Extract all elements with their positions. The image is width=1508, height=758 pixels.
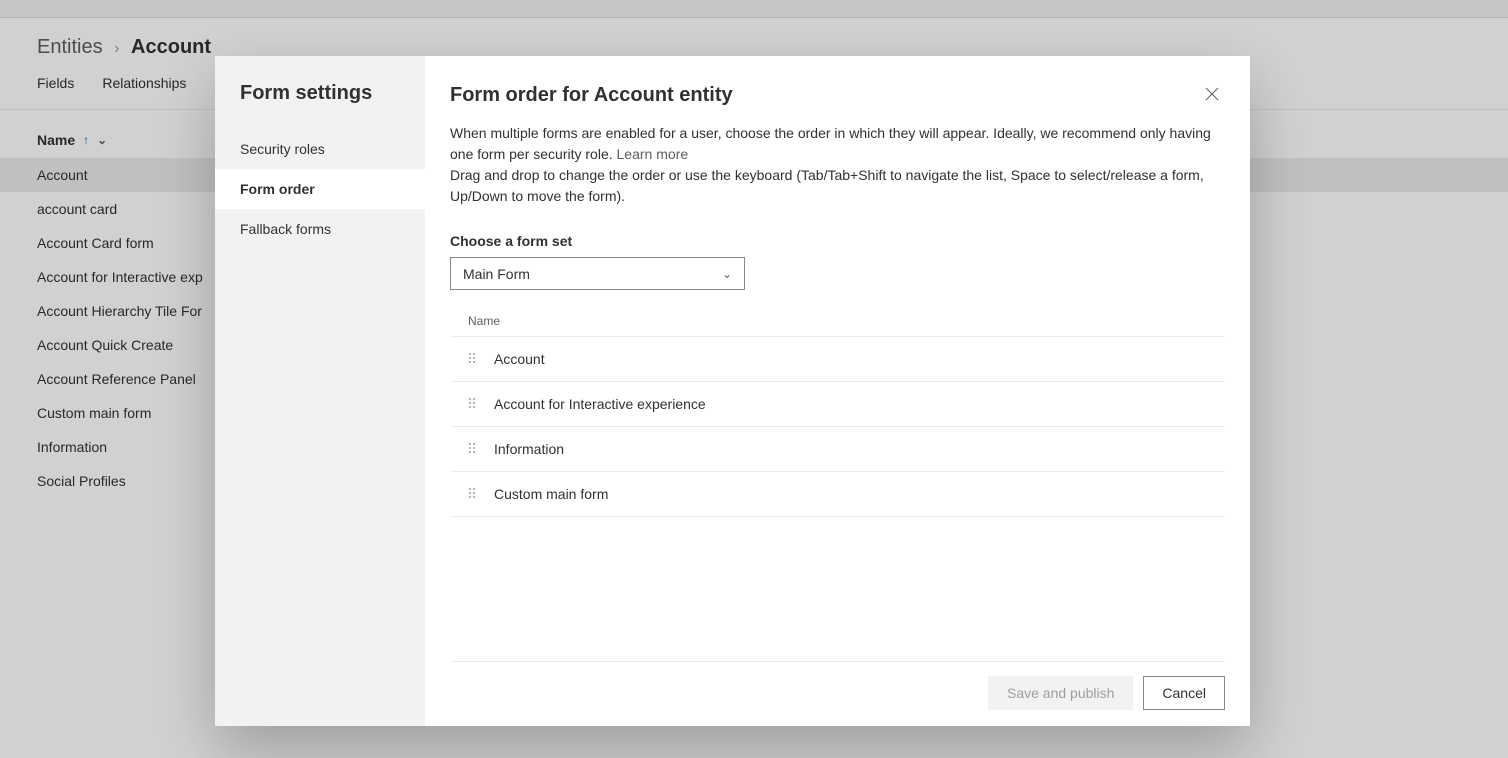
sidebar-item-fallback-forms[interactable]: Fallback forms: [215, 209, 425, 249]
form-set-dropdown[interactable]: Main Form ⌄: [450, 257, 745, 290]
close-button[interactable]: [1200, 82, 1224, 106]
drag-handle-icon[interactable]: [468, 396, 476, 412]
order-row[interactable]: Custom main form: [450, 472, 1225, 517]
order-row-label: Account for Interactive experience: [494, 396, 706, 412]
order-row-label: Information: [494, 441, 564, 457]
order-table-header: Name: [450, 306, 1225, 337]
sidebar-item-security-roles[interactable]: Security roles: [215, 129, 425, 169]
drag-handle-icon[interactable]: [468, 351, 476, 367]
order-row-label: Account: [494, 351, 545, 367]
modal-sidebar-title: Form settings: [215, 82, 425, 129]
modal-main: Form order for Account entity When multi…: [425, 56, 1250, 726]
modal-sidebar: Form settings Security roles Form order …: [215, 56, 425, 726]
order-row[interactable]: Account: [450, 337, 1225, 382]
order-row-label: Custom main form: [494, 486, 608, 502]
modal-description: When multiple forms are enabled for a us…: [450, 123, 1225, 207]
form-set-value: Main Form: [463, 266, 530, 282]
form-set-label: Choose a form set: [450, 233, 1225, 249]
modal-title: Form order for Account entity: [450, 84, 1225, 107]
modal-footer: Save and publish Cancel: [450, 661, 1225, 710]
order-row[interactable]: Information: [450, 427, 1225, 472]
save-and-publish-button[interactable]: Save and publish: [988, 676, 1133, 710]
sidebar-item-form-order[interactable]: Form order: [215, 169, 425, 209]
learn-more-link[interactable]: Learn more: [617, 146, 689, 162]
chevron-down-icon: ⌄: [722, 267, 732, 281]
form-order-table: Name Account Account for Interactive exp…: [450, 306, 1225, 517]
close-icon: [1205, 87, 1219, 101]
order-row[interactable]: Account for Interactive experience: [450, 382, 1225, 427]
cancel-button[interactable]: Cancel: [1143, 676, 1225, 710]
drag-handle-icon[interactable]: [468, 441, 476, 457]
modal-description-line1: When multiple forms are enabled for a us…: [450, 125, 1211, 162]
modal-description-line2: Drag and drop to change the order or use…: [450, 165, 1225, 207]
drag-handle-icon[interactable]: [468, 486, 476, 502]
form-settings-modal: Form settings Security roles Form order …: [215, 56, 1250, 726]
